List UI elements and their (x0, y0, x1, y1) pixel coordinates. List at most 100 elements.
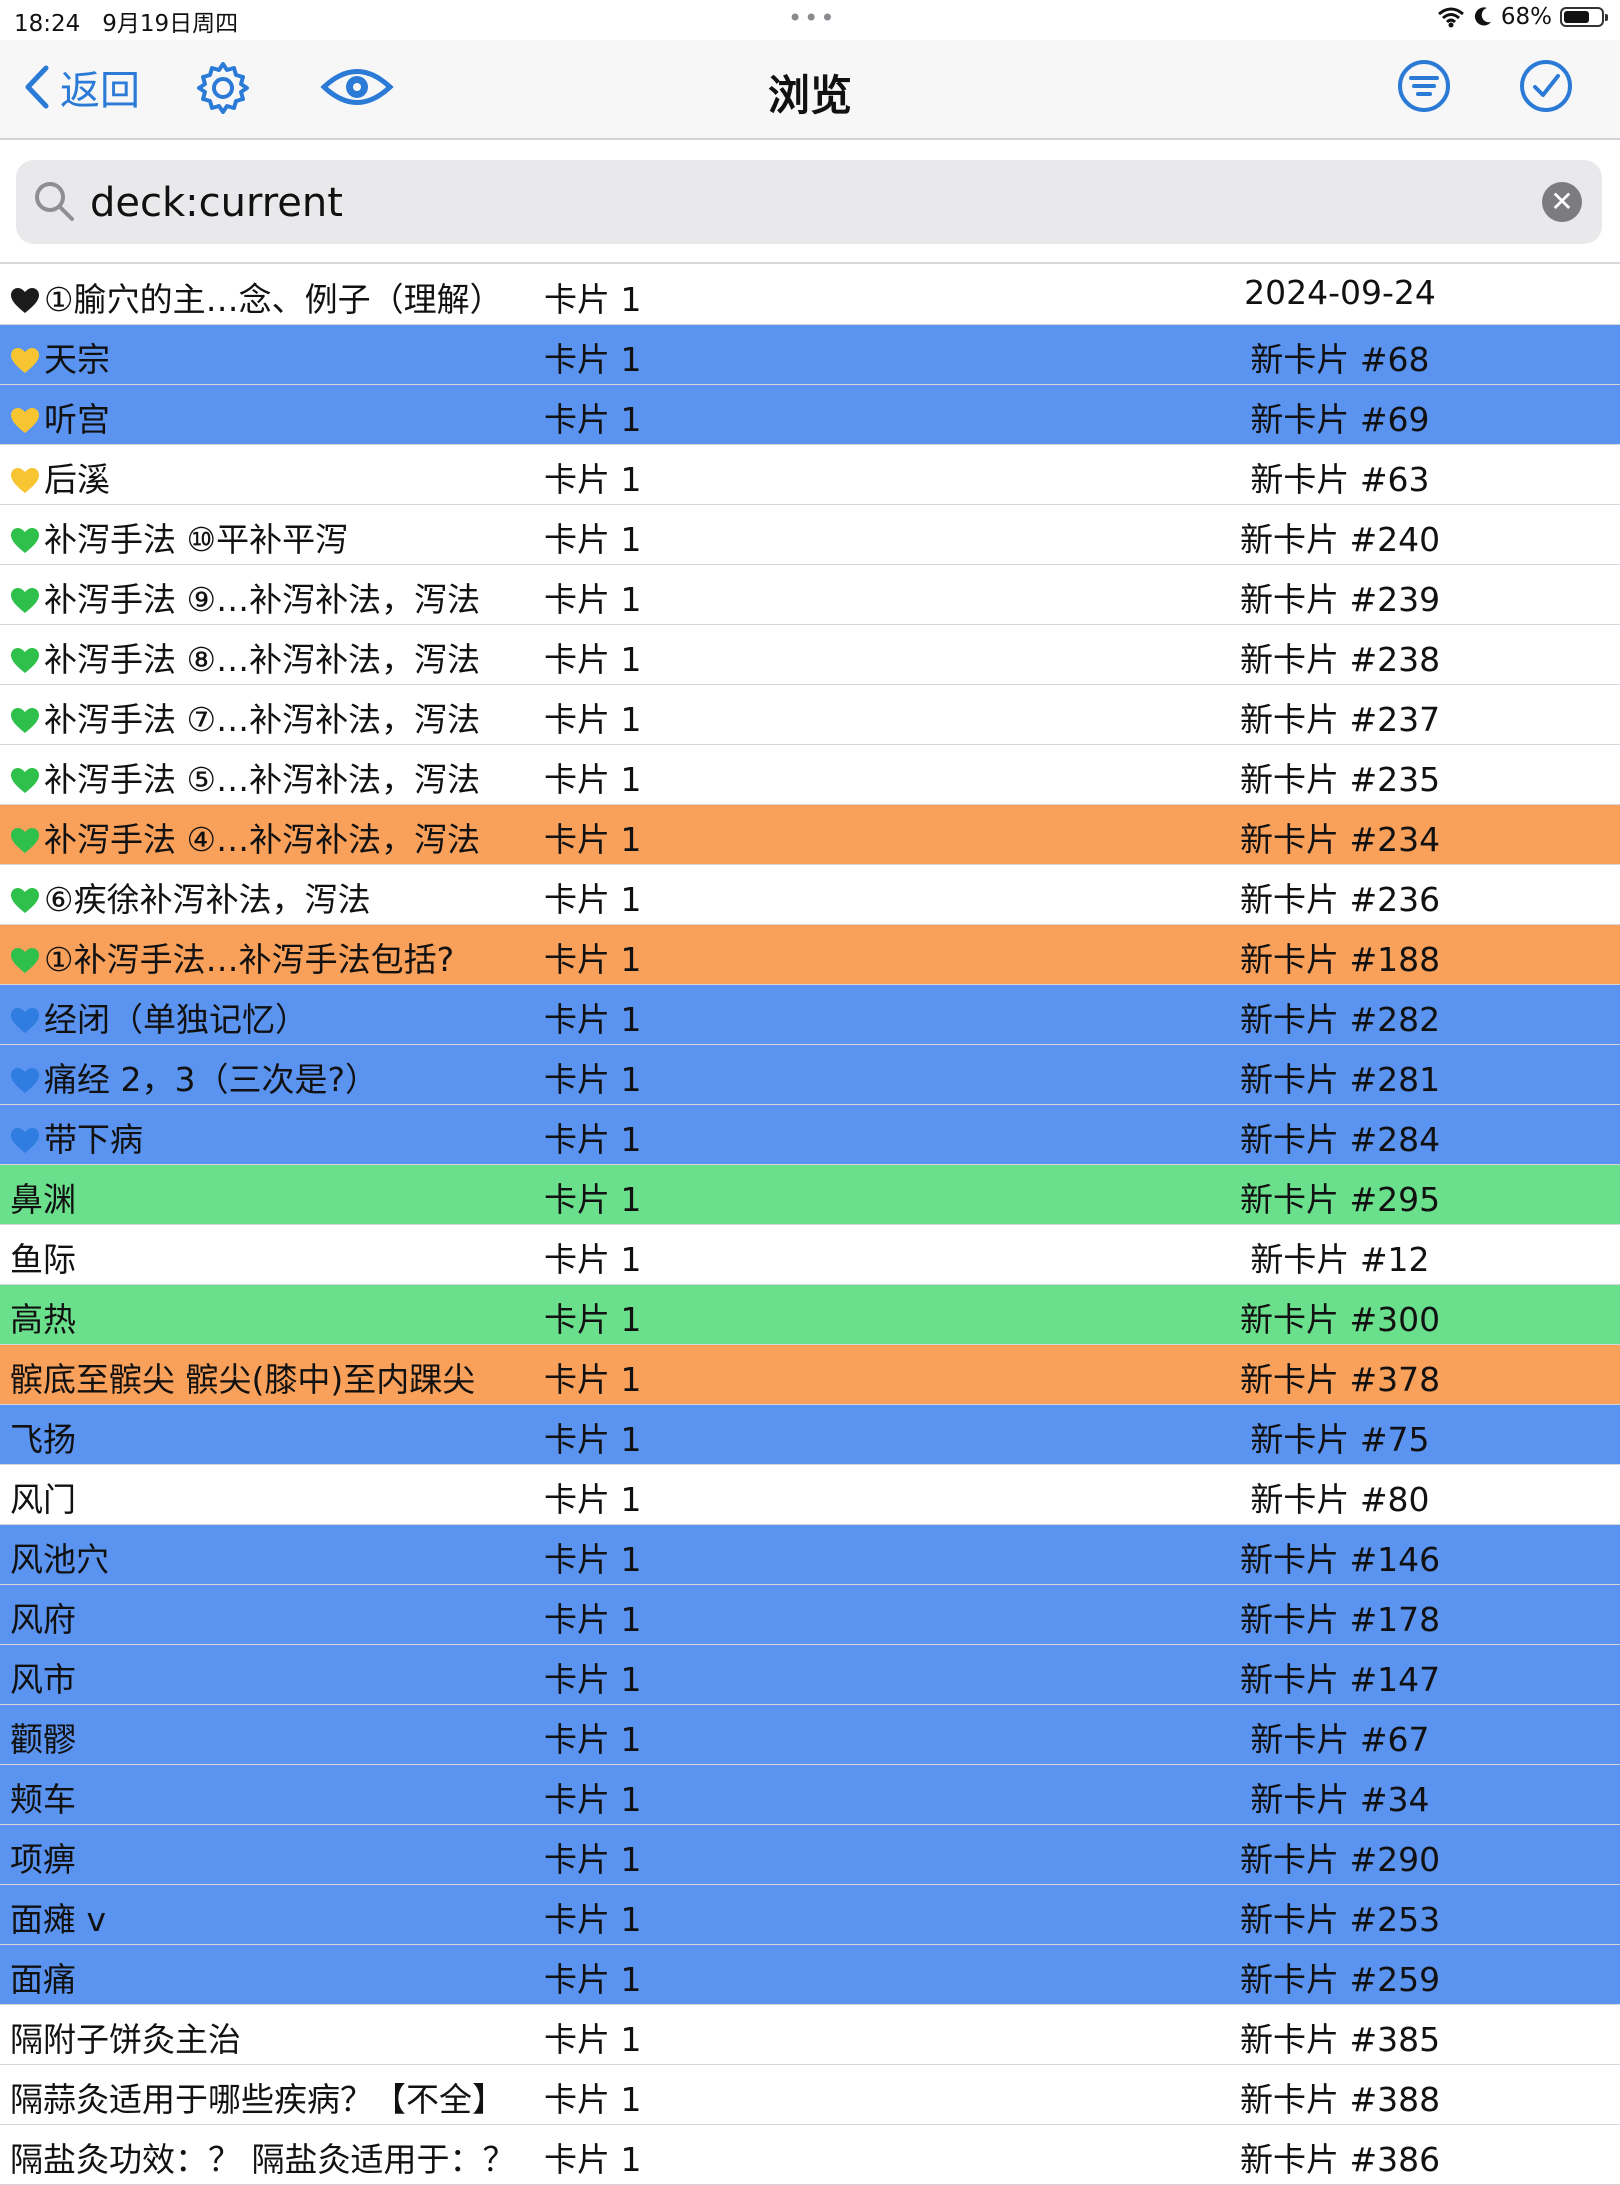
card-template: 卡片 1 (544, 400, 642, 439)
card-row[interactable]: 髌底至髌尖 髌尖(膝中)至内踝尖 卡片 1 新卡片 #378 (0, 1345, 1620, 1405)
card-sort-field: 风市 (10, 1653, 530, 1701)
card-row[interactable]: 后溪 卡片 1 新卡片 #63 (0, 445, 1620, 505)
card-sort-field: 补泻手法 ⑦…补泻补法，泻法 (10, 693, 530, 741)
card-due: 新卡片 #259 (1240, 1960, 1441, 1999)
card-row[interactable]: 补泻手法 ⑧…补泻补法，泻法 卡片 1 新卡片 #238 (0, 625, 1620, 685)
card-row[interactable]: 天宗 卡片 1 新卡片 #68 (0, 325, 1620, 385)
card-due: 新卡片 #295 (1240, 1180, 1441, 1219)
card-due: 新卡片 #253 (1240, 1900, 1441, 1939)
card-due: 新卡片 #284 (1240, 1120, 1441, 1159)
card-template: 卡片 1 (544, 1900, 642, 1939)
card-template: 卡片 1 (544, 280, 642, 319)
green-heart-icon (11, 828, 39, 853)
card-list: ①腧穴的主…念、例子（理解） 卡片 1 2024-09-24 天宗 卡片 1 新卡片 #6… (0, 265, 1620, 2185)
blue-heart-icon (11, 1008, 39, 1033)
card-row[interactable]: 颊车 卡片 1 新卡片 #34 (0, 1765, 1620, 1825)
status-date: 9月19日周四 (102, 11, 239, 37)
card-sort-field: 面瘫 v (10, 1893, 530, 1941)
card-row[interactable]: 补泻手法 ④…补泻补法，泻法 卡片 1 新卡片 #234 (0, 805, 1620, 865)
card-question: 风门 (10, 1480, 76, 1519)
card-question: 带下病 (44, 1120, 143, 1159)
card-row[interactable]: 隔盐灸功效：？ 隔盐灸适用于：？ 卡片 1 新卡片 #386 (0, 2125, 1620, 2185)
card-due: 新卡片 #240 (1240, 520, 1441, 559)
card-question: 飞扬 (10, 1420, 76, 1459)
card-sort-field: 痛经 2，3（三次是?） (10, 1053, 530, 1101)
card-row[interactable]: 隔蒜灸适用于哪些疾病？【不全】 卡片 1 新卡片 #388 (0, 2065, 1620, 2125)
card-sort-field: ①补泻手法…补泻手法包括? (10, 933, 530, 981)
card-question: 项痹 (10, 1840, 76, 1879)
card-due: 新卡片 #80 (1250, 1480, 1430, 1519)
card-sort-field: 飞扬 (10, 1413, 530, 1461)
card-question: 经闭（单独记忆） (44, 1000, 308, 1039)
card-row[interactable]: 风市 卡片 1 新卡片 #147 (0, 1645, 1620, 1705)
card-question: 痛经 2，3（三次是?） (44, 1060, 378, 1099)
card-row[interactable]: ⑥疾徐补泻补法，泻法 卡片 1 新卡片 #236 (0, 865, 1620, 925)
card-due: 新卡片 #290 (1240, 1840, 1441, 1879)
card-row[interactable]: 听宫 卡片 1 新卡片 #69 (0, 385, 1620, 445)
card-due: 新卡片 #386 (1240, 2140, 1441, 2179)
card-row[interactable]: 风池穴 卡片 1 新卡片 #146 (0, 1525, 1620, 1585)
card-due: 2024-09-24 (1244, 273, 1436, 312)
card-row[interactable]: 补泻手法 ⑨…补泻补法，泻法 卡片 1 新卡片 #239 (0, 565, 1620, 625)
card-row[interactable]: 鱼际 卡片 1 新卡片 #12 (0, 1225, 1620, 1285)
filter-button[interactable] (1396, 58, 1452, 118)
card-question: 听宫 (44, 400, 110, 439)
card-due: 新卡片 #188 (1240, 940, 1441, 979)
green-heart-icon (11, 768, 39, 793)
card-row[interactable]: 补泻手法 ⑩平补平泻 卡片 1 新卡片 #240 (0, 505, 1620, 565)
card-row[interactable]: 颧髎 卡片 1 新卡片 #67 (0, 1705, 1620, 1765)
search-area: ✕ (0, 140, 1620, 264)
card-row[interactable]: 面瘫 v 卡片 1 新卡片 #253 (0, 1885, 1620, 1945)
card-template: 卡片 1 (544, 1120, 642, 1159)
clear-search-button[interactable]: ✕ (1542, 182, 1582, 222)
moon-icon (1474, 7, 1491, 26)
card-sort-field: 补泻手法 ⑧…补泻补法，泻法 (10, 633, 530, 681)
blue-heart-icon (11, 1128, 39, 1153)
card-row[interactable]: 飞扬 卡片 1 新卡片 #75 (0, 1405, 1620, 1465)
card-question: ①腧穴的主…念、例子（理解） (44, 280, 503, 319)
card-row[interactable]: 补泻手法 ⑦…补泻补法，泻法 卡片 1 新卡片 #237 (0, 685, 1620, 745)
card-row[interactable]: 痛经 2，3（三次是?） 卡片 1 新卡片 #281 (0, 1045, 1620, 1105)
card-template: 卡片 1 (544, 1660, 642, 1699)
card-sort-field: 隔附子饼灸主治 (10, 2013, 530, 2061)
done-button[interactable] (1518, 58, 1574, 118)
card-template: 卡片 1 (544, 1000, 642, 1039)
card-row[interactable]: 项痹 卡片 1 新卡片 #290 (0, 1825, 1620, 1885)
card-due: 新卡片 #63 (1250, 460, 1430, 499)
green-heart-icon (11, 588, 39, 613)
card-row[interactable]: 带下病 卡片 1 新卡片 #284 (0, 1105, 1620, 1165)
card-question: 面瘫 v (10, 1900, 107, 1939)
card-row[interactable]: 隔附子饼灸主治 卡片 1 新卡片 #385 (0, 2005, 1620, 2065)
card-question: 补泻手法 ⑤…补泻补法，泻法 (44, 760, 481, 799)
card-due: 新卡片 #281 (1240, 1060, 1441, 1099)
filter-list-icon (1398, 60, 1450, 112)
card-row[interactable]: 鼻渊 卡片 1 新卡片 #295 (0, 1165, 1620, 1225)
card-row[interactable]: 风府 卡片 1 新卡片 #178 (0, 1585, 1620, 1645)
card-row[interactable]: ①腧穴的主…念、例子（理解） 卡片 1 2024-09-24 (0, 265, 1620, 325)
yellow-heart-icon (11, 348, 39, 373)
card-due: 新卡片 #235 (1240, 760, 1441, 799)
card-sort-field: 隔盐灸功效：？ 隔盐灸适用于：？ (10, 2133, 530, 2181)
card-due: 新卡片 #68 (1250, 340, 1430, 379)
battery-icon (1560, 7, 1608, 27)
card-question: ①补泻手法…补泻手法包括? (44, 940, 455, 979)
card-template: 卡片 1 (544, 1300, 642, 1339)
card-template: 卡片 1 (544, 2080, 642, 2119)
card-row[interactable]: 风门 卡片 1 新卡片 #80 (0, 1465, 1620, 1525)
card-row[interactable]: 面痛 卡片 1 新卡片 #259 (0, 1945, 1620, 2005)
card-row[interactable]: 补泻手法 ⑤…补泻补法，泻法 卡片 1 新卡片 #235 (0, 745, 1620, 805)
card-sort-field: 颧髎 (10, 1713, 530, 1761)
card-row[interactable]: 经闭（单独记忆） 卡片 1 新卡片 #282 (0, 985, 1620, 1045)
multitasking-dots-icon[interactable]: ••• (788, 4, 836, 32)
card-row[interactable]: 高热 卡片 1 新卡片 #300 (0, 1285, 1620, 1345)
card-due: 新卡片 #378 (1240, 1360, 1441, 1399)
card-question: 隔蒜灸适用于哪些疾病？【不全】 (10, 2080, 505, 2119)
card-row[interactable]: ①补泻手法…补泻手法包括? 卡片 1 新卡片 #188 (0, 925, 1620, 985)
card-template: 卡片 1 (544, 940, 642, 979)
search-input[interactable] (88, 174, 1532, 232)
search-bar[interactable]: ✕ (16, 160, 1602, 244)
card-template: 卡片 1 (544, 1240, 642, 1279)
card-template: 卡片 1 (544, 1480, 642, 1519)
card-due: 新卡片 #67 (1250, 1720, 1430, 1759)
green-heart-icon (11, 888, 39, 913)
